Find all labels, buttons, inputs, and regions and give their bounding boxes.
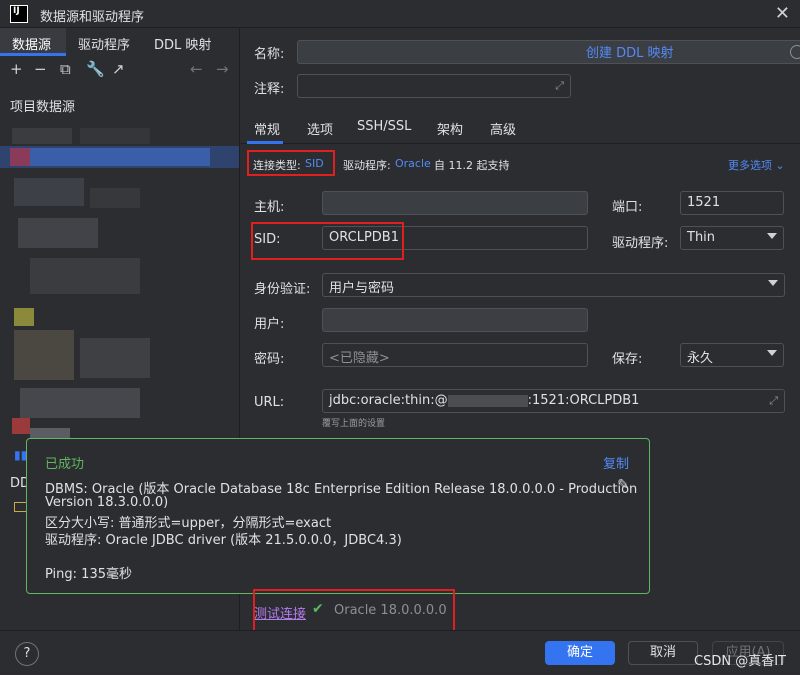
add-icon[interactable]: + xyxy=(10,60,23,78)
blurred-datasource-list xyxy=(0,118,239,468)
tab-drivers[interactable]: 驱动程序 xyxy=(78,34,130,53)
help-icon[interactable]: ? xyxy=(15,642,39,666)
bottom-bar: ? 确定 取消 应用(A) xyxy=(0,630,800,675)
settings-tabs: 常规 选项 SSH/SSL 架构 高级 xyxy=(241,114,800,144)
highlight-box xyxy=(247,150,335,176)
pencil-icon[interactable]: ✎ xyxy=(617,477,629,493)
open-external-icon[interactable]: ↗ xyxy=(112,60,125,78)
tab-ssh-ssl[interactable]: SSH/SSL xyxy=(357,119,411,134)
tab-datasources[interactable]: 数据源 xyxy=(12,34,51,53)
copy-link[interactable]: 复制 xyxy=(603,453,629,472)
url-hint: 覆写上面的设置 xyxy=(322,419,386,429)
chevron-down-icon xyxy=(768,280,778,286)
comment-label: 注释: xyxy=(254,82,285,97)
url-label: URL: xyxy=(254,395,285,410)
password-label: 密码: xyxy=(254,352,285,367)
left-tabs: 数据源 驱动程序 DDL 映射 xyxy=(0,28,239,56)
user-label: 用户: xyxy=(254,317,285,332)
save-label: 保存: xyxy=(612,352,643,367)
driver-info-line: 驱动程序: Oracle JDBC driver (版本 21.5.0.0.0，… xyxy=(45,533,402,548)
tab-schema[interactable]: 架构 xyxy=(437,119,463,138)
auth-label: 身份验证: xyxy=(254,282,311,297)
port-label: 端口: xyxy=(612,200,643,215)
highlight-box xyxy=(251,222,404,260)
close-icon[interactable]: ✕ xyxy=(775,3,790,24)
intellij-logo-icon: IJ xyxy=(10,5,28,23)
tab-advanced[interactable]: 高级 xyxy=(490,119,516,138)
save-select[interactable]: 永久 xyxy=(680,343,784,367)
auth-select[interactable]: 用户与密码 xyxy=(322,273,785,297)
window-title: 数据源和驱动程序 xyxy=(40,10,145,25)
clear-icon[interactable] xyxy=(790,45,800,59)
password-input[interactable]: <已隐藏> xyxy=(322,343,588,367)
highlight-box xyxy=(253,589,455,635)
section-title: 项目数据源 xyxy=(10,100,76,115)
comment-input[interactable]: ⤢ xyxy=(297,74,571,98)
create-ddl-link[interactable]: 创建 DDL 映射 xyxy=(586,42,674,61)
driver-label: 驱动程序: xyxy=(343,159,391,172)
more-options-link[interactable]: 更多选项 ⌄ xyxy=(728,157,785,173)
tab-general[interactable]: 常规 xyxy=(254,119,280,138)
left-toolbar: + − ⧉ 🔧 ↗ ← → xyxy=(0,58,239,84)
wrench-icon[interactable]: 🔧 xyxy=(86,60,105,78)
driver-select[interactable]: Thin xyxy=(680,226,784,250)
status-text: 已成功 xyxy=(45,457,85,472)
chevron-down-icon: ⌄ xyxy=(775,159,785,172)
expand-icon[interactable]: ⤢ xyxy=(769,394,778,408)
name-label: 名称: xyxy=(254,47,285,62)
watermark: CSDN @真香IT xyxy=(694,654,786,669)
driver-support: 自 11.2 起支持 xyxy=(434,159,510,172)
driver2-label: 驱动程序: xyxy=(612,236,669,251)
forward-icon[interactable]: → xyxy=(216,60,229,78)
host-input[interactable] xyxy=(322,191,588,215)
user-input[interactable] xyxy=(322,308,588,332)
expand-icon[interactable]: ⤢ xyxy=(555,79,564,93)
cancel-button[interactable]: 取消 xyxy=(628,641,698,665)
connection-success-popup: 已成功 复制 DBMS: Oracle (版本 Oracle Database … xyxy=(26,438,650,594)
ping-line: Ping: 135毫秒 xyxy=(45,567,132,582)
duplicate-icon[interactable]: ⧉ xyxy=(60,60,71,78)
port-input[interactable]: 1521 xyxy=(680,191,784,215)
chevron-down-icon xyxy=(767,350,777,356)
back-icon[interactable]: ← xyxy=(190,60,203,78)
dbms-version-line: Version 18.3.0.0.0) xyxy=(45,495,169,510)
remove-icon[interactable]: − xyxy=(34,60,47,78)
ok-button[interactable]: 确定 xyxy=(545,641,615,665)
host-label: 主机: xyxy=(254,200,285,215)
tab-options[interactable]: 选项 xyxy=(307,119,333,138)
driver-value[interactable]: Oracle xyxy=(395,157,431,170)
title-bar: IJ 数据源和驱动程序 ✕ xyxy=(0,0,800,28)
url-input[interactable]: jdbc:oracle:thin:@:1521:ORCLPDB1 ⤢ xyxy=(322,389,785,413)
chevron-down-icon xyxy=(767,233,777,239)
name-input[interactable] xyxy=(297,40,800,64)
tab-ddl-mapping[interactable]: DDL 映射 xyxy=(154,34,211,53)
